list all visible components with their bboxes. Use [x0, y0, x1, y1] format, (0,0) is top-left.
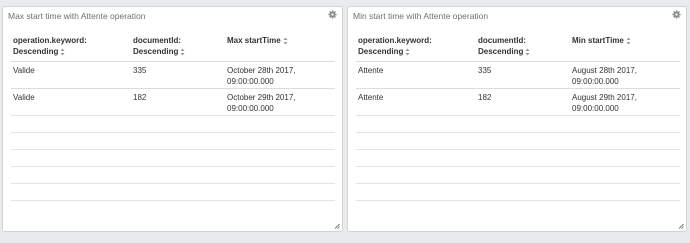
- empty-row: [356, 132, 680, 149]
- resize-handle-icon[interactable]: [678, 223, 684, 229]
- sort-arrows-icon[interactable]: [626, 37, 631, 45]
- visualization-panel-max-start-time: Max start time with Attente operation op…: [2, 6, 343, 232]
- cell-document-id: 182: [478, 93, 492, 102]
- empty-row: [11, 200, 335, 217]
- sort-arrows-icon[interactable]: [60, 48, 65, 56]
- data-table: operation.keyword: Descending documentId…: [356, 35, 680, 217]
- gear-icon[interactable]: [672, 10, 681, 19]
- empty-row: [356, 115, 680, 132]
- sort-arrows-icon[interactable]: [525, 48, 530, 56]
- resize-handle-icon[interactable]: [334, 223, 340, 229]
- empty-row: [356, 166, 680, 183]
- cell-document-id: 335: [133, 66, 147, 75]
- empty-row: [11, 166, 335, 183]
- table-row: Valide 182 October 29th 2017, 09:00:00.00…: [11, 88, 335, 115]
- cell-document-id: 335: [478, 66, 492, 75]
- column-header-document-id[interactable]: documentId: Descending: [133, 35, 185, 57]
- column-header-document-id[interactable]: documentId: Descending: [478, 35, 530, 57]
- cell-start-time: October 29th 2017, 09:00:00.000: [227, 93, 296, 113]
- panel-title: Min start time with Attente operation: [353, 11, 489, 21]
- column-header-operation-keyword[interactable]: operation.keyword: Descending: [358, 35, 432, 57]
- cell-operation: Valide: [13, 66, 35, 75]
- cell-operation: Attente: [358, 66, 384, 75]
- sort-arrows-icon[interactable]: [283, 37, 288, 45]
- empty-row: [11, 132, 335, 149]
- cell-operation: Attente: [358, 93, 384, 102]
- column-header-max-start-time[interactable]: Max startTime: [227, 35, 288, 46]
- table-row: Attente 335 August 28th 2017, 09:00:00.00…: [356, 61, 680, 88]
- panel-title: Max start time with Attente operation: [8, 11, 146, 21]
- empty-row: [11, 183, 335, 200]
- cell-document-id: 182: [133, 93, 147, 102]
- gear-icon[interactable]: [328, 10, 337, 19]
- table-header: operation.keyword: Descending documentId…: [11, 35, 335, 61]
- empty-row: [356, 149, 680, 166]
- column-header-operation-keyword[interactable]: operation.keyword: Descending: [13, 35, 87, 57]
- sort-arrows-icon[interactable]: [180, 48, 185, 56]
- column-header-min-start-time[interactable]: Min startTime: [572, 35, 631, 46]
- empty-row: [356, 183, 680, 200]
- cell-start-time: August 29th 2017, 09:00:00.000: [572, 93, 637, 113]
- table-header: operation.keyword: Descending documentId…: [356, 35, 680, 61]
- cell-start-time: August 28th 2017, 09:00:00.000: [572, 66, 637, 86]
- data-table: operation.keyword: Descending documentId…: [11, 35, 335, 217]
- table-row: Valide 335 October 28th 2017, 09:00:00.00…: [11, 61, 335, 88]
- cell-operation: Valide: [13, 93, 35, 102]
- empty-row: [356, 200, 680, 217]
- cell-start-time: October 28th 2017, 09:00:00.000: [227, 66, 296, 86]
- empty-row: [11, 149, 335, 166]
- sort-arrows-icon[interactable]: [405, 48, 410, 56]
- empty-row: [11, 115, 335, 132]
- table-row: Attente 182 August 29th 2017, 09:00:00.00…: [356, 88, 680, 115]
- visualization-panel-min-start-time: Min start time with Attente operation op…: [347, 6, 687, 232]
